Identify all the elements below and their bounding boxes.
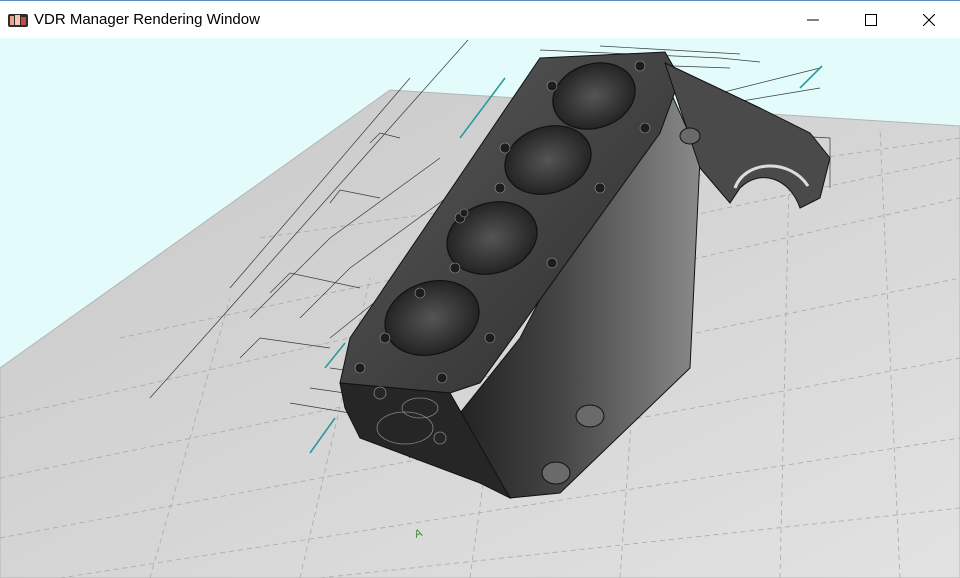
maximize-button[interactable] bbox=[842, 1, 900, 38]
maximize-icon bbox=[865, 13, 877, 26]
minimize-button[interactable] bbox=[784, 1, 842, 38]
close-icon bbox=[923, 13, 935, 26]
window-title: VDR Manager Rendering Window bbox=[34, 11, 260, 28]
title-bar: VDR Manager Rendering Window bbox=[0, 0, 960, 38]
minimize-icon bbox=[807, 19, 819, 20]
scene-canvas[interactable]: A bbox=[0, 38, 960, 578]
rendering-viewport[interactable]: A bbox=[0, 38, 960, 578]
close-button[interactable] bbox=[900, 1, 958, 38]
vdr-app-icon bbox=[8, 14, 28, 27]
